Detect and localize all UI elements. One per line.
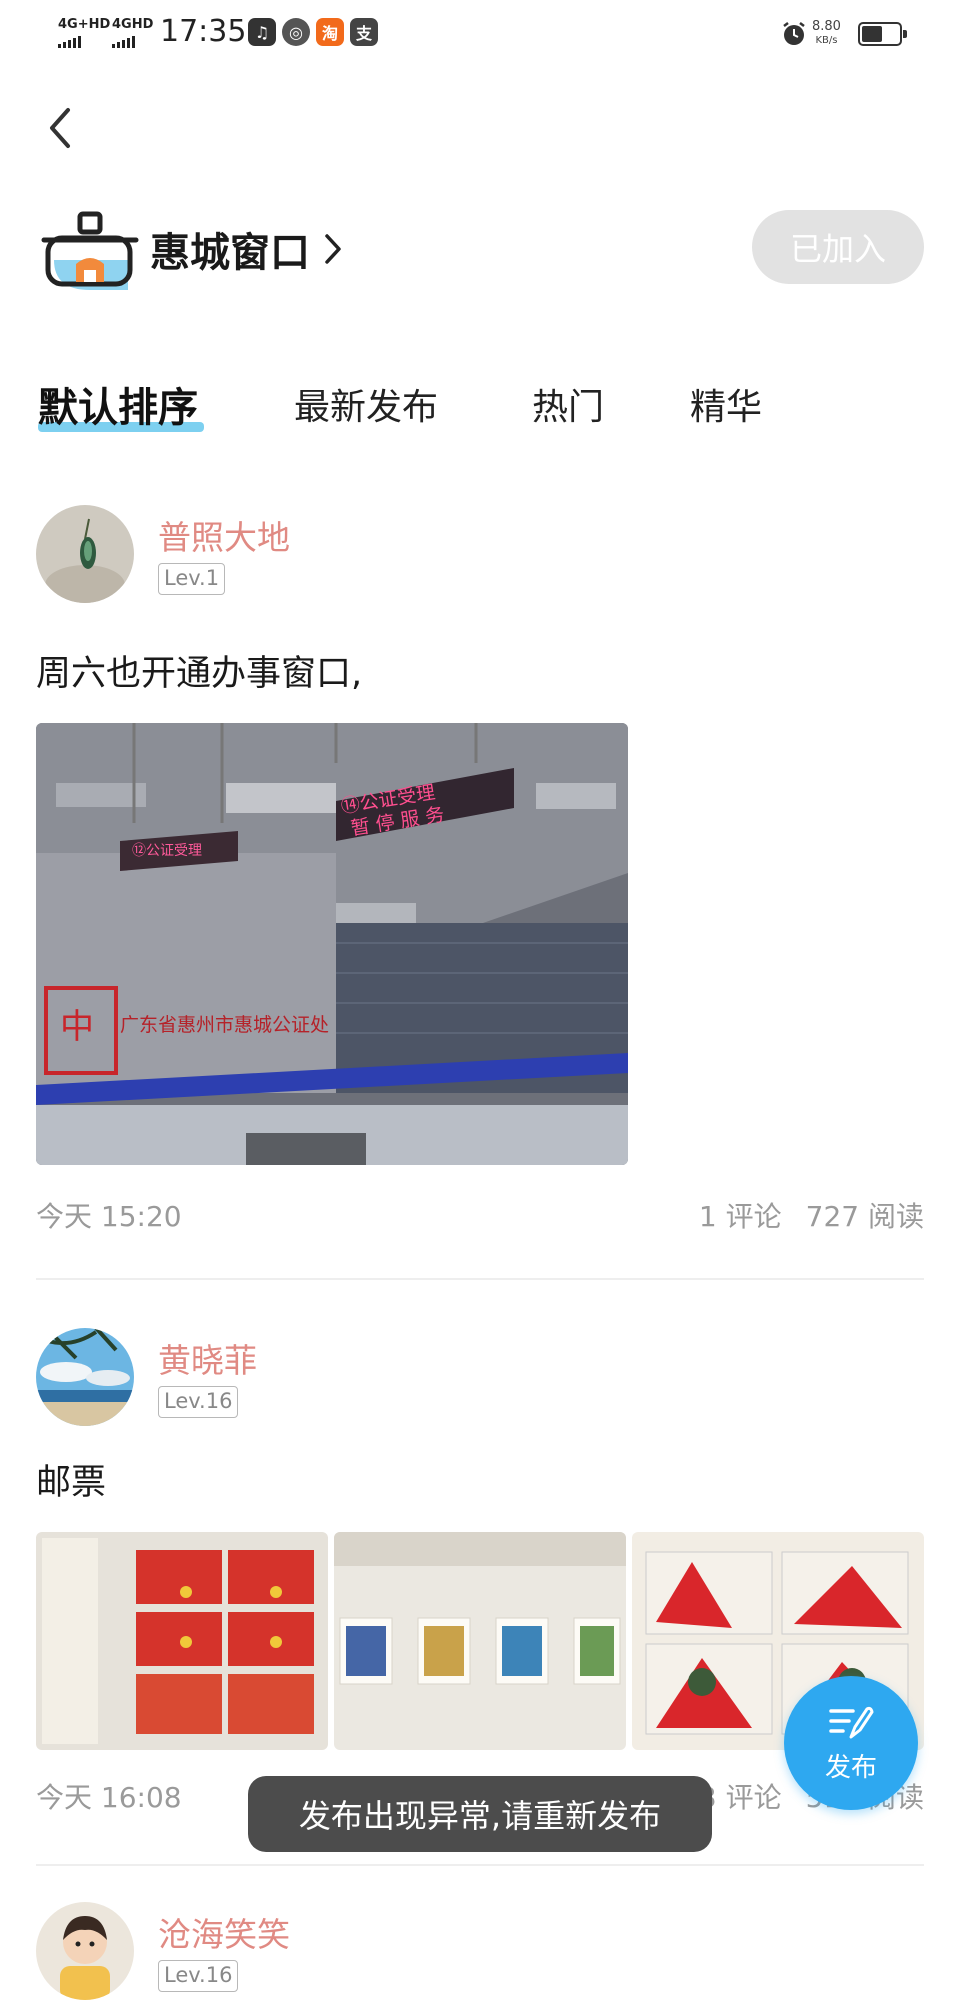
author-name[interactable]: 沧海笑笑 <box>158 1908 290 1956</box>
battery-icon <box>858 22 907 46</box>
tab-hot[interactable]: 热门 <box>532 378 604 438</box>
post-text: 邮票 <box>36 1463 107 1503</box>
sort-tabs: 默认排序 最新发布 热门 精华 <box>38 378 918 448</box>
tab-default-sort[interactable]: 默认排序 <box>38 378 204 438</box>
alarm-icon <box>783 22 805 45</box>
svg-text:中: 中 <box>60 1007 94 1047</box>
speed-unit: KB/s <box>815 35 838 46</box>
avatar[interactable] <box>36 1902 134 2000</box>
post-stats: 1 评论 727 阅读 <box>699 1195 924 1235</box>
chevron-right-icon <box>325 234 341 264</box>
author-name[interactable]: 普照大地 <box>158 511 290 559</box>
signal-bars-icon <box>112 36 135 48</box>
error-toast: 发布出现异常,请重新发布 <box>248 1776 712 1852</box>
signal-bars-icon <box>58 36 81 48</box>
publish-button[interactable]: 发布 <box>784 1676 918 1810</box>
compass-app-icon: ◎ <box>282 18 310 46</box>
avatar[interactable] <box>36 505 134 603</box>
tab-label: 最新发布 <box>294 387 439 428</box>
back-button[interactable] <box>36 100 84 156</box>
group-logo-icon <box>41 211 139 290</box>
svg-text:广东省惠州市惠城公证处: 广东省惠州市惠城公证处 <box>120 1014 329 1036</box>
network-speed: 8.80 KB/s <box>812 20 841 48</box>
speed-value: 8.80 <box>812 19 841 34</box>
edit-list-icon <box>829 1706 874 1738</box>
status-bar: 4G+HD 4GHD 17:35 ♫ ◎ 淘 支 8.80 KB/s <box>0 0 957 70</box>
chevron-left-icon <box>50 108 70 148</box>
post-text: 周六也开通办事窗口, <box>36 654 363 694</box>
clock: 17:35 <box>160 14 247 49</box>
post-image[interactable] <box>36 1532 328 1750</box>
divider <box>36 1278 924 1280</box>
post-time: 今天 16:08 <box>36 1781 182 1814</box>
avatar[interactable] <box>36 1328 134 1426</box>
post-card[interactable]: 沧海笑笑 Lev.16 <box>36 1902 924 2000</box>
group-name: 惠城窗口 <box>150 230 310 276</box>
alipay-app-icon: 支 <box>350 18 378 46</box>
battery-level <box>862 26 882 42</box>
post-image[interactable] <box>334 1532 626 1750</box>
post-image[interactable]: 中 广东省惠州市惠城公证处 ⑫公证受理 ⑭公证受理 暂 停 服 务 <box>36 723 628 1165</box>
tab-label: 精华 <box>690 387 763 428</box>
level-badge: Lev.16 <box>158 1960 239 1992</box>
taobao-app-icon: 淘 <box>316 18 344 46</box>
music-app-icon: ♫ <box>248 18 276 46</box>
network-indicator-2: 4GHD <box>112 17 154 32</box>
group-name-link[interactable]: 惠城窗口 <box>150 220 342 278</box>
joined-button[interactable]: 已加入 <box>752 210 924 284</box>
author-name[interactable]: 黄晓菲 <box>158 1334 257 1382</box>
post-card[interactable]: 普照大地 Lev.1 周六也开通办事窗口, 中 广东省惠州市惠城公证处 ⑫公证受… <box>36 505 924 1265</box>
tab-label: 热门 <box>532 387 605 428</box>
svg-text:⑫公证受理: ⑫公证受理 <box>132 843 202 859</box>
tab-label: 默认排序 <box>38 385 198 431</box>
network-indicator-1: 4G+HD <box>58 17 111 32</box>
publish-label: 发布 <box>824 1752 877 1783</box>
divider <box>36 1864 924 1866</box>
level-badge: Lev.1 <box>158 563 226 595</box>
tab-latest[interactable]: 最新发布 <box>294 378 438 438</box>
tab-featured[interactable]: 精华 <box>690 378 762 438</box>
level-badge: Lev.16 <box>158 1386 239 1418</box>
post-time: 今天 15:20 <box>36 1200 182 1233</box>
comment-count: 1 评论 <box>698 1200 782 1233</box>
read-count: 727 阅读 <box>805 1200 924 1233</box>
